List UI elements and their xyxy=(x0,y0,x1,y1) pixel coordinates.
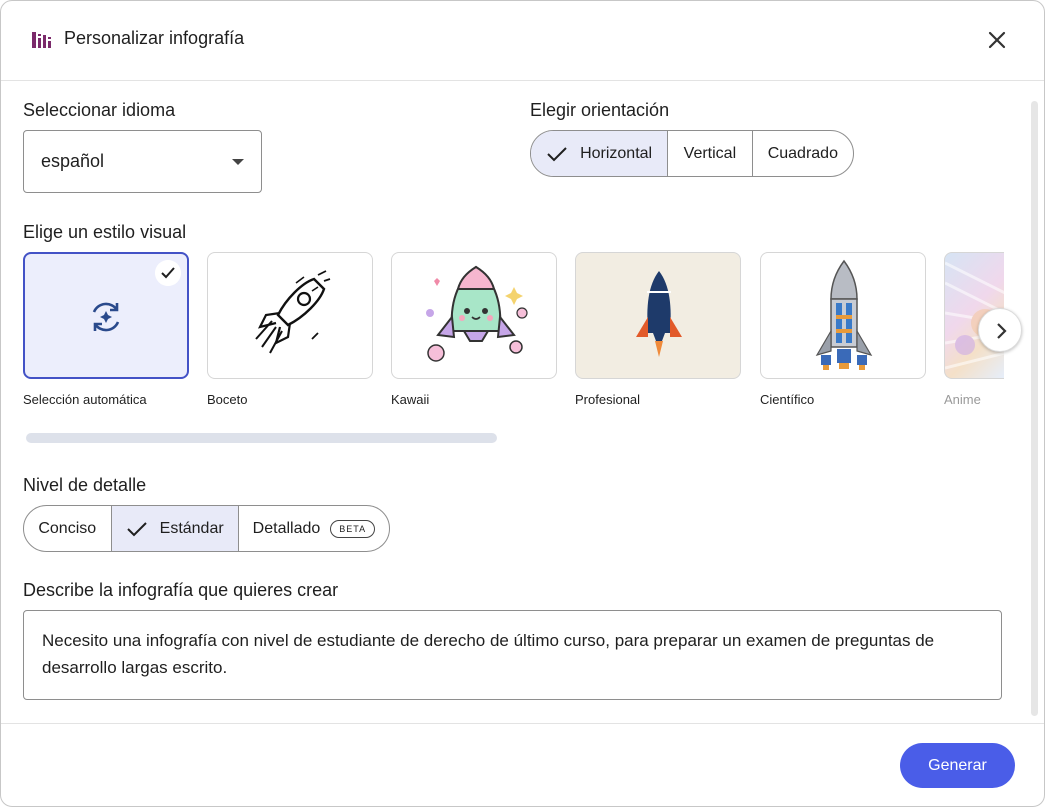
detail-label: Nivel de detalle xyxy=(23,475,147,495)
language-select[interactable]: español xyxy=(23,130,262,193)
description-label: Describe la infografía que quieres crear xyxy=(23,580,339,600)
detail-toggle-group: Conciso Estándar Detallado BETA xyxy=(23,505,390,552)
orientation-square-button[interactable]: Cuadrado xyxy=(753,131,853,176)
style-card-professional[interactable] xyxy=(575,252,741,379)
style-label-scientific: Científico xyxy=(760,392,815,407)
orientation-square-label: Cuadrado xyxy=(767,144,838,162)
close-icon[interactable] xyxy=(983,26,1011,54)
detail-detailed-button[interactable]: Detallado BETA xyxy=(239,506,389,551)
selected-check-icon xyxy=(155,260,181,286)
beta-badge: BETA xyxy=(330,519,376,538)
orientation-horizontal-button[interactable]: Horizontal xyxy=(531,131,669,176)
auto-refresh-sparkle-icon xyxy=(92,302,120,332)
orientation-label: Elegir orientación xyxy=(530,100,670,120)
detail-concise-button[interactable]: Conciso xyxy=(24,506,112,551)
orientation-vertical-label: Vertical xyxy=(683,144,737,162)
detail-standard-label: Estándar xyxy=(159,519,224,537)
chevron-right-icon xyxy=(997,323,1007,339)
detail-concise-label: Conciso xyxy=(38,519,97,537)
scientific-rocket-icon xyxy=(815,259,873,370)
infographic-bars-icon xyxy=(32,32,51,48)
language-label: Seleccionar idioma xyxy=(23,100,176,120)
kawaii-rocket-icon xyxy=(426,265,528,362)
vertical-scrollbar[interactable] xyxy=(1031,101,1038,716)
dropdown-arrow-icon xyxy=(232,159,244,165)
sketch-rocket-icon xyxy=(255,270,331,354)
description-textarea[interactable]: Necesito una infografía con nivel de est… xyxy=(23,610,1002,700)
style-card-scientific[interactable] xyxy=(760,252,926,379)
dialog-header: Personalizar infografía xyxy=(1,1,1044,81)
check-icon xyxy=(126,521,147,536)
style-label-kawaii: Kawaii xyxy=(391,392,430,407)
style-label-anime: Anime xyxy=(944,392,981,407)
customize-infographic-dialog: Personalizar infografía Seleccionar idio… xyxy=(0,0,1045,807)
style-label-professional: Profesional xyxy=(575,392,641,407)
visual-style-label: Elige un estilo visual xyxy=(23,222,187,242)
professional-rocket-icon xyxy=(636,271,682,357)
style-card-auto[interactable] xyxy=(23,252,189,379)
style-label-auto: Selección automática xyxy=(23,392,147,407)
orientation-horizontal-label: Horizontal xyxy=(580,144,653,162)
detail-standard-button[interactable]: Estándar xyxy=(111,506,239,551)
orientation-toggle-group: Horizontal Vertical Cuadrado xyxy=(530,130,854,177)
style-carousel-next-button[interactable] xyxy=(978,308,1022,352)
dialog-title: Personalizar infografía xyxy=(64,28,245,48)
style-card-sketch[interactable] xyxy=(207,252,373,379)
footer-divider xyxy=(1,723,1044,724)
style-card-kawaii[interactable] xyxy=(391,252,557,379)
language-select-value: español xyxy=(41,151,105,171)
detail-detailed-label: Detallado xyxy=(252,519,321,537)
orientation-vertical-button[interactable]: Vertical xyxy=(668,131,753,176)
style-carousel-scrollbar[interactable] xyxy=(26,433,497,443)
check-icon xyxy=(547,146,567,161)
generate-button[interactable]: Generar xyxy=(900,743,1015,788)
style-label-sketch: Boceto xyxy=(207,392,248,407)
